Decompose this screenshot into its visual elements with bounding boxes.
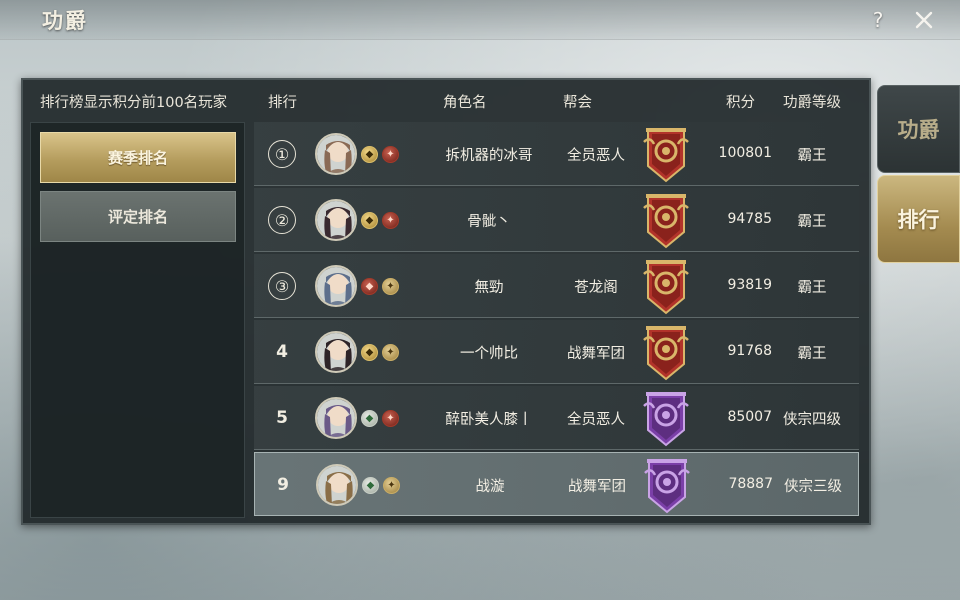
player-name[interactable]: 骨骴丶: [409, 210, 569, 231]
guild-name: 战舞军团: [567, 346, 625, 362]
ranking-list: ① ◆ ✦ 拆机器的冰哥 全员恶人 100801 霸王 ② ◆ ✦ 骨骴丶 94785 霸王 ③ ◆ ✦ 無勁苍…: [254, 122, 859, 518]
header-name: 角色名: [443, 95, 487, 111]
noble-level: 侠宗四级: [783, 412, 841, 428]
player-score: 93819: [727, 277, 772, 293]
header-score: 积分: [726, 95, 755, 111]
guild-name: 苍龙阁: [574, 280, 618, 296]
header-guild: 帮会: [563, 95, 592, 111]
noble-level: 霸王: [797, 214, 827, 230]
rank-number: 5: [276, 408, 288, 428]
close-icon: [915, 11, 933, 29]
faction-icon: ◆: [361, 146, 378, 163]
my-ranking-row[interactable]: 9 ◆ ✦ 战漩 战舞军团 78887 侠宗三级: [254, 452, 859, 516]
faction-icon: ◆: [361, 278, 378, 295]
noble-level: 霸王: [797, 280, 827, 296]
sect-icon: ✦: [382, 344, 399, 361]
faction-icon: ◆: [361, 410, 378, 427]
header-level: 功爵等级: [783, 95, 841, 111]
tab-season-ranking[interactable]: 赛季排名: [40, 132, 236, 183]
guild-name: 全员恶人: [567, 148, 625, 164]
guild-name: 战舞军团: [568, 479, 626, 495]
rank-number: ①: [268, 140, 296, 168]
player-avatar[interactable]: [315, 199, 357, 241]
close-button[interactable]: [910, 6, 938, 34]
guild-name: 全员恶人: [567, 412, 625, 428]
player-avatar[interactable]: [315, 397, 357, 439]
player-score: 78887: [728, 476, 773, 492]
sect-icon: ✦: [383, 477, 400, 494]
table-row[interactable]: ③ ◆ ✦ 無勁 苍龙阁 93819 霸王: [254, 254, 859, 318]
player-avatar[interactable]: [315, 331, 357, 373]
ranking-type-sidebar: 赛季排名 评定排名: [30, 122, 245, 518]
side-tab-ranking[interactable]: 排行: [877, 175, 960, 263]
page-title: 功爵: [42, 8, 88, 33]
table-row[interactable]: 4 ◆ ✦ 一个帅比 战舞军团 91768 霸王: [254, 320, 859, 384]
help-button[interactable]: ?: [864, 6, 892, 34]
sect-icon: ✦: [382, 278, 399, 295]
player-score: 85007: [727, 409, 772, 425]
player-avatar[interactable]: [315, 265, 357, 307]
table-row[interactable]: ① ◆ ✦ 拆机器的冰哥 全员恶人 100801 霸王: [254, 122, 859, 186]
top-bar: 功爵 ?: [0, 0, 960, 40]
noble-level: 霸王: [797, 346, 827, 362]
faction-icon: ◆: [361, 344, 378, 361]
player-score: 100801: [718, 145, 772, 161]
side-tab-gongjue[interactable]: 功爵: [877, 85, 960, 173]
ranking-panel: 排行榜显示积分前100名玩家 排行 角色名 帮会 积分 功爵等级 赛季排名 评定…: [21, 78, 871, 525]
table-row[interactable]: 5 ◆ ✦ 醉卧美人膝丨 全员恶人 85007 侠宗四级: [254, 386, 859, 450]
rank-number: 9: [277, 475, 289, 495]
red-gold-banner-emblem: [640, 126, 692, 184]
player-score: 91768: [727, 343, 772, 359]
purple-banner-emblem: [641, 457, 693, 515]
table-header: 排行 角色名 帮会 积分 功爵等级: [23, 91, 873, 111]
noble-level: 霸王: [797, 148, 827, 164]
red-gold-banner-emblem: [640, 192, 692, 250]
faction-icon: ◆: [361, 212, 378, 229]
rank-number: 4: [276, 342, 288, 362]
rank-number: ③: [268, 272, 296, 300]
rank-number: ②: [268, 206, 296, 234]
player-avatar[interactable]: [315, 133, 357, 175]
tab-rating-ranking[interactable]: 评定排名: [40, 191, 236, 242]
purple-banner-emblem: [640, 390, 692, 448]
faction-icon: ◆: [362, 477, 379, 494]
red-gold-banner-emblem: [640, 324, 692, 382]
table-row[interactable]: ② ◆ ✦ 骨骴丶 94785 霸王: [254, 188, 859, 252]
sect-icon: ✦: [382, 212, 399, 229]
header-rank: 排行: [268, 95, 297, 111]
red-gold-banner-emblem: [640, 258, 692, 316]
noble-level: 侠宗三级: [784, 479, 842, 495]
player-avatar[interactable]: [316, 464, 358, 506]
sect-icon: ✦: [382, 146, 399, 163]
player-score: 94785: [727, 211, 772, 227]
sect-icon: ✦: [382, 410, 399, 427]
